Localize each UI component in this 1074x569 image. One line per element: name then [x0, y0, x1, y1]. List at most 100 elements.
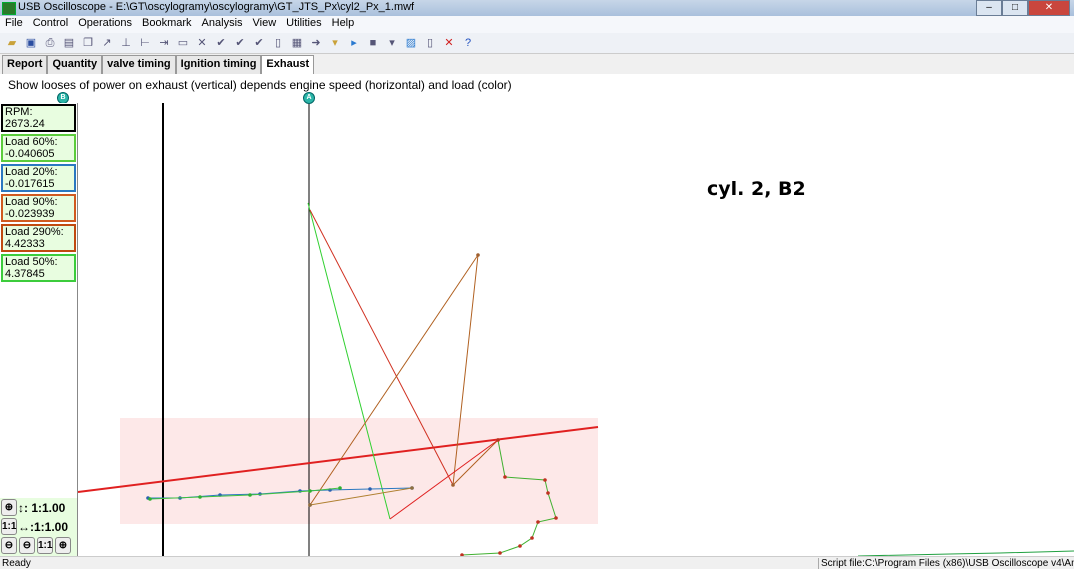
value-label: Load 60%:: [5, 136, 58, 148]
value-number: 2673.24: [5, 118, 45, 130]
delete-screen-icon[interactable]: ✕: [194, 36, 210, 50]
data-point: [368, 487, 372, 491]
data-point: [476, 253, 480, 257]
tab-valve-timing[interactable]: valve timing: [102, 55, 176, 74]
tool-icon[interactable]: ↗: [99, 36, 115, 50]
close-chart-icon[interactable]: ✕: [441, 36, 457, 50]
data-point: [410, 486, 414, 490]
plot-annotation: cyl. 2, B2: [707, 178, 806, 200]
menu-file[interactable]: File: [0, 16, 28, 33]
check-down-icon[interactable]: ✔: [232, 36, 248, 50]
value-label: Load 20%:: [5, 166, 58, 178]
cursor-icon[interactable]: ⊥: [118, 36, 134, 50]
menu-bar: File Control Operations Bookmark Analysi…: [0, 16, 1074, 33]
threshold-region: [120, 418, 598, 524]
tab-quantity[interactable]: Quantity: [47, 55, 103, 74]
value-number: -0.023939: [5, 208, 55, 220]
data-point: [338, 486, 342, 490]
data-point: [198, 495, 202, 499]
data-point: [536, 520, 540, 524]
value-box: Load 60%: -0.040605: [1, 134, 76, 162]
vertical-zoom-label: ↕: 1:1.00: [18, 500, 66, 515]
reset-horizontal-zoom-button[interactable]: 1:1: [37, 537, 53, 554]
open-icon[interactable]: ▰: [4, 36, 20, 50]
check-icon[interactable]: ✔: [213, 36, 229, 50]
zoom-in-button[interactable]: ⊕: [55, 537, 71, 554]
script-file-status: Script file:C:\Program Files (x86)\USB O…: [818, 558, 1074, 569]
data-point: [518, 544, 522, 548]
values-panel: RPM: 2673.24 Load 60%: -0.040605 Load 20%: -0…: [0, 103, 78, 556]
value-number: 4.42333: [5, 238, 45, 250]
help-icon[interactable]: ?: [460, 36, 476, 50]
cursor-a-marker[interactable]: A: [303, 92, 315, 104]
plot-canvas: [77, 103, 1074, 556]
title-bar: USB Oscilloscope - E:\GT\oscylogramy\osc…: [0, 0, 1074, 16]
value-number: 4.37845: [5, 268, 45, 280]
horizontal-zoom-label: ↔:1:1.00: [18, 519, 69, 534]
value-label: RPM:: [5, 106, 33, 118]
value-number: -0.040605: [5, 148, 55, 160]
data-point: [148, 497, 152, 501]
data-point: [530, 536, 534, 540]
zoom-in-vertical-button[interactable]: ⊕: [1, 499, 17, 516]
menu-operations[interactable]: Operations: [73, 16, 137, 33]
value-box: Load 50%: 4.37845: [1, 254, 76, 282]
marker-icon[interactable]: ⊢: [137, 36, 153, 50]
data-point: [543, 478, 547, 482]
data-point: [451, 483, 455, 487]
chart-icon[interactable]: ▨: [403, 36, 419, 50]
print-icon[interactable]: ⎙: [42, 36, 58, 50]
page-icon[interactable]: ▯: [270, 36, 286, 50]
check-down2-icon[interactable]: ✔: [251, 36, 267, 50]
document-icon[interactable]: ▯: [422, 36, 438, 50]
close-button[interactable]: ✕: [1028, 0, 1070, 16]
value-label: Load 50%:: [5, 256, 58, 268]
data-point: [554, 516, 558, 520]
value-label: Load 90%:: [5, 196, 58, 208]
value-box: Load 290%: 4.42333: [1, 224, 76, 252]
value-label: Load 290%:: [5, 226, 64, 238]
reset-zoom-button[interactable]: 1:1: [1, 518, 17, 535]
menu-view[interactable]: View: [248, 16, 282, 33]
toolbar: ▰ ▣ ⎙ ▤ ❐ ↗ ⊥ ⊢ ⇥ ▭ ✕ ✔ ✔ ✔ ▯ ▦ ➜ ▾ ▸ ■ …: [0, 33, 1074, 54]
menu-bookmark[interactable]: Bookmark: [137, 16, 197, 33]
data-point: [503, 475, 507, 479]
zoom-out-horizontal-button[interactable]: ⊖: [19, 537, 35, 554]
value-box: RPM: 2673.24: [1, 104, 76, 132]
scope-settings-icon[interactable]: ▾: [384, 36, 400, 50]
description: Show looses of power on exhaust (vertica…: [0, 74, 1074, 94]
save-icon[interactable]: ▣: [23, 36, 39, 50]
value-box: Load 90%: -0.023939: [1, 194, 76, 222]
app-icon: [2, 2, 16, 15]
data-point: [546, 491, 550, 495]
tab-bar: Report Quantity valve timing Ignition ti…: [2, 55, 315, 74]
maximize-button[interactable]: □: [1002, 0, 1028, 16]
tab-ignition-timing[interactable]: Ignition timing: [175, 55, 262, 74]
status-text: Ready: [2, 558, 31, 569]
plot-area[interactable]: B A RPM: 2673.24 Load 60%: -0.040605 Load 20…: [0, 92, 1074, 556]
window-title: USB Oscilloscope - E:\GT\oscylogramy\osc…: [18, 1, 415, 13]
menu-help[interactable]: Help: [327, 16, 360, 33]
data-point: [298, 489, 302, 493]
menu-analysis[interactable]: Analysis: [197, 16, 248, 33]
scope-open-icon[interactable]: ▾: [327, 36, 343, 50]
menu-control[interactable]: Control: [28, 16, 73, 33]
scope-step-icon[interactable]: ▸: [346, 36, 362, 50]
data-point: [308, 503, 312, 507]
scope-stop-icon[interactable]: ■: [365, 36, 381, 50]
minimize-button[interactable]: –: [976, 0, 1002, 16]
measure-icon[interactable]: ⇥: [156, 36, 172, 50]
data-point: [308, 489, 312, 493]
value-box: Load 20%: -0.017615: [1, 164, 76, 192]
copy-icon[interactable]: ❐: [80, 36, 96, 50]
tab-exhaust[interactable]: Exhaust: [261, 55, 315, 74]
menu-utilities[interactable]: Utilities: [281, 16, 326, 33]
zoom-out-button[interactable]: ⊖: [1, 537, 17, 554]
export-icon[interactable]: ▤: [61, 36, 77, 50]
zoom-panel: ⊕ ↕: 1:1.00 1:1 ↔:1:1.00 ⊖ ⊖ 1:1 ⊕: [0, 498, 77, 556]
arrow-icon[interactable]: ➜: [308, 36, 324, 50]
grid-icon[interactable]: ▦: [289, 36, 305, 50]
tab-report[interactable]: Report: [2, 55, 48, 74]
status-bar: Ready Script file:C:\Program Files (x86)…: [0, 556, 1074, 569]
screen-icon[interactable]: ▭: [175, 36, 191, 50]
